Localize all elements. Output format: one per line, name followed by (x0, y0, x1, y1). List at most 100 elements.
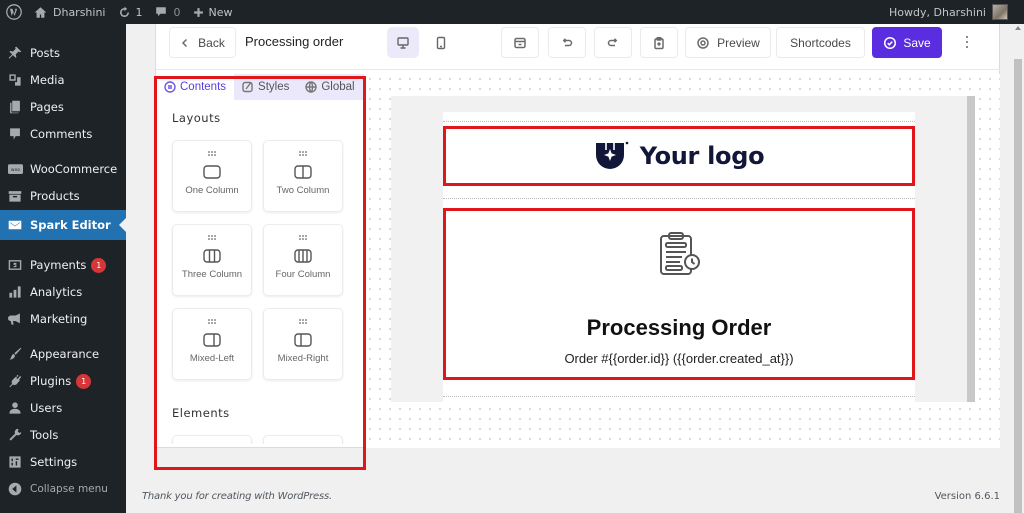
layout-two-column[interactable]: Two Column (263, 140, 343, 212)
undo-icon (562, 37, 573, 46)
sidebar-item-posts[interactable]: Posts (0, 40, 126, 66)
layout-four-column[interactable]: Four Column (263, 224, 343, 296)
blocks-panel: Contents Styles Global Layouts One Colum… (156, 74, 364, 444)
element-card[interactable] (172, 435, 252, 444)
page-scrollbar[interactable] (1012, 24, 1024, 513)
layout-label: Mixed-Left (189, 353, 235, 364)
collapse-menu-button[interactable]: Collapse menu (0, 476, 126, 502)
drag-handle-icon (299, 235, 307, 241)
more-icon-dot (965, 40, 969, 44)
more-icon-dot (965, 36, 969, 39)
updates-icon (119, 6, 129, 17)
four-column-icon (294, 249, 312, 263)
sidebar-item-label: Appearance (30, 347, 100, 361)
scrollbar-thumb[interactable] (1014, 59, 1022, 513)
sidebar-item-products[interactable]: Products (0, 183, 126, 209)
sidebar-item-media[interactable]: Media (0, 67, 126, 93)
sidebar-item-settings[interactable]: Settings (0, 449, 126, 475)
tab-label: Styles (258, 81, 290, 93)
mixed-right-icon (294, 333, 312, 347)
sidebar-item-appearance[interactable]: Appearance (0, 341, 126, 367)
desktop-view-button[interactable] (387, 27, 419, 58)
comments-link[interactable]: 0 (149, 0, 187, 24)
order-content-section[interactable]: Processing Order Order #{{order.id}} ({{… (443, 208, 915, 380)
mixed-left-icon (203, 333, 221, 347)
pushpin-icon (7, 45, 23, 61)
sidebar-item-pages[interactable]: Pages (0, 94, 126, 120)
editor-toolbar: Back Processing order Preview Shortcodes… (156, 24, 1001, 70)
sidebar-item-label: Collapse menu (30, 483, 108, 495)
email-body: Your logo Processing Order Order #{{orde… (443, 112, 915, 402)
tab-styles[interactable]: Styles (234, 74, 297, 100)
tab-label: Global (321, 81, 355, 93)
save-button[interactable]: Save (872, 27, 942, 58)
sidebar-item-label: Analytics (30, 285, 83, 299)
sidebar-item-marketing[interactable]: Marketing (0, 306, 126, 332)
preview-button[interactable]: Preview (685, 27, 771, 58)
scroll-up-icon[interactable] (1015, 26, 1021, 30)
list-icon (164, 81, 176, 93)
payments-badge: 1 (91, 257, 107, 273)
more-options-button[interactable] (962, 34, 972, 50)
sidebar-item-label: Settings (30, 455, 78, 469)
layout-three-column[interactable]: Three Column (172, 224, 252, 296)
template-settings-button[interactable] (501, 27, 539, 58)
editor-container: Back Processing order Preview Shortcodes… (155, 24, 1001, 448)
layout-one-column[interactable]: One Column (172, 140, 252, 212)
new-content-link[interactable]: New (187, 0, 239, 24)
sidebar-item-comments[interactable]: Comments (0, 121, 126, 147)
woocommerce-icon: woo (7, 161, 23, 177)
sidebar-item-tools[interactable]: Tools (0, 422, 126, 448)
megaphone-icon (7, 311, 23, 327)
sidebar-item-users[interactable]: Users (0, 395, 126, 421)
sidebar-item-plugins[interactable]: Plugins 1 (0, 368, 126, 394)
shortcodes-button[interactable]: Shortcodes (776, 27, 865, 58)
chevron-left-icon (182, 38, 188, 47)
sidebar-item-label: Pages (30, 100, 64, 114)
element-card[interactable] (263, 435, 343, 444)
wordpress-logo-button[interactable] (0, 0, 28, 24)
drag-handle-icon (208, 319, 216, 325)
sidebar-item-label: Media (30, 73, 65, 87)
undo-button[interactable] (548, 27, 586, 58)
sidebar-item-label: Comments (30, 127, 93, 141)
layout-mixed-right[interactable]: Mixed-Right (263, 308, 343, 380)
save-label: Save (903, 35, 931, 50)
my-account-link[interactable]: Howdy, Dharshini (883, 0, 1024, 24)
back-button[interactable]: Back (169, 27, 236, 58)
drag-handle-icon (299, 151, 307, 157)
sidebar-item-label: Posts (30, 46, 61, 60)
tab-global[interactable]: Global (297, 74, 362, 100)
sidebar-item-label: Spark Editor (30, 218, 111, 232)
sidebar-item-label: WooCommerce (30, 162, 118, 176)
layout-mixed-left[interactable]: Mixed-Left (172, 308, 252, 380)
settings-icon (7, 454, 23, 470)
sidebar-item-spark-editor[interactable]: Spark Editor (0, 210, 126, 240)
preview-scrollbar[interactable] (967, 96, 975, 402)
site-name: Dharshini (53, 5, 106, 19)
logo-section[interactable]: Your logo (443, 126, 915, 186)
elements-heading: Elements (172, 406, 230, 420)
new-label: New (208, 5, 233, 19)
tab-contents[interactable]: Contents (156, 74, 235, 100)
mobile-view-button[interactable] (425, 27, 457, 58)
section-divider (443, 121, 915, 122)
comment-icon (155, 7, 166, 17)
updates-link[interactable]: 1 (112, 0, 149, 24)
clipboard-button[interactable] (640, 27, 678, 58)
email-preview: Your logo Processing Order Order #{{orde… (391, 96, 975, 402)
section-divider (443, 396, 915, 397)
clipboard-clock-icon (660, 232, 700, 275)
drag-handle-icon (208, 151, 216, 157)
site-name-link[interactable]: Dharshini (28, 0, 112, 24)
sidebar-item-woocommerce[interactable]: woo WooCommerce (0, 156, 126, 182)
shortcodes-label: Shortcodes (790, 35, 851, 50)
sidebar-item-analytics[interactable]: Analytics (0, 279, 126, 305)
redo-button[interactable] (594, 27, 632, 58)
sidebar-item-payments[interactable]: Payments 1 (0, 252, 126, 278)
layouts-heading: Layouts (172, 111, 221, 125)
brush-icon (242, 81, 253, 93)
paintbrush-icon (7, 346, 23, 362)
logo-text: Your logo (639, 142, 765, 170)
back-label: Back (198, 35, 225, 50)
